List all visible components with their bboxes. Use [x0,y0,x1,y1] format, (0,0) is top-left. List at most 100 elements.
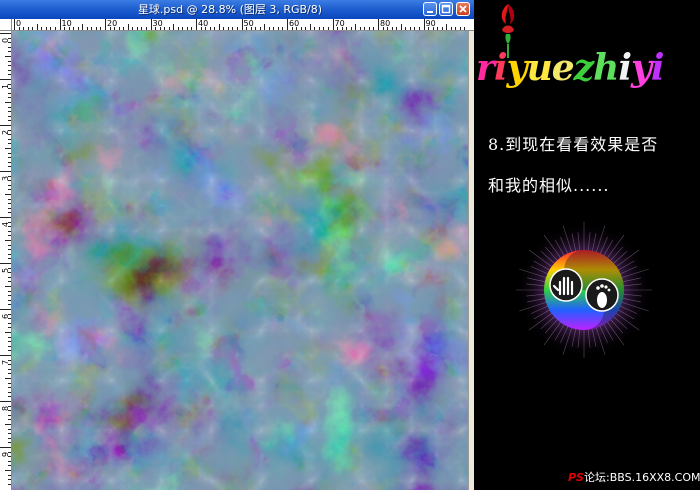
forum-footer[interactable]: PS论坛:BBS.16XX8.COM [568,470,700,486]
ruler-tick [5,424,11,425]
ruler-tick [423,19,425,30]
ruler-tick [0,125,11,126]
horizontal-ruler[interactable]: 0 10 20 30 40 50 60 70 80 90 [12,19,474,31]
ruler-tick [14,19,15,30]
ruler-tick [450,27,452,30]
ruler-tick [177,27,179,30]
ruler-tick [300,27,302,30]
ruler-tick [346,27,348,30]
site-brand-logo: riyuezhiyi [476,38,665,98]
document-canvas[interactable] [12,31,468,490]
ruler-tick [359,27,361,30]
ruler-tick [8,69,11,71]
ruler-tick [0,79,11,80]
ruler-tick [282,27,284,30]
ruler-tick [8,212,11,214]
ruler-tick [8,207,11,209]
ruler-tick [0,447,11,448]
brand-letter: u [526,47,553,89]
minimize-button[interactable] [423,2,437,16]
ruler-tick [8,483,11,485]
brand-letter: y [506,47,528,89]
ruler-label: 3 [1,175,10,181]
ruler-tick [36,24,38,30]
ruler-tick [145,27,147,30]
ruler-tick [105,19,106,30]
ruler-tick [164,27,166,30]
ruler-tick [141,27,143,30]
ruler-tick [459,27,461,30]
ruler-label: 20 [107,19,118,28]
ruler-tick [8,189,11,191]
vertical-ruler[interactable]: 0 1 2 3 4 5 6 7 8 9 [0,31,12,490]
ruler-tick [273,27,275,30]
ruler-origin[interactable] [0,19,12,31]
ruler-tick [86,27,88,30]
ruler-tick [0,355,11,356]
ruler-tick [378,19,379,30]
ruler-tick [223,27,225,30]
ruler-tick [414,27,416,30]
ruler-tick [8,433,11,435]
ruler-tick [8,276,11,278]
ruler-tick [8,327,11,329]
ruler-tick [23,27,25,30]
ruler-tick [8,74,11,76]
ruler-label: 90 [425,19,436,28]
ruler-tick [255,27,257,30]
ruler-tick [8,419,11,421]
ruler-tick [8,341,11,343]
ruler-tick [91,27,93,30]
ruler-tick [241,19,243,30]
ruler-tick [73,27,75,30]
ruler-tick [8,350,11,352]
ruler-tick [8,465,11,467]
ruler-tick [8,244,11,246]
ruler-label: 70 [334,19,345,28]
ruler-tick [391,27,393,30]
brand-letter: e [551,47,575,89]
ruler-tick [259,27,261,30]
ruler-tick [59,19,61,30]
ruler-label: 4 [1,221,10,227]
ruler-tick [8,387,11,389]
ruler-tick [41,27,43,30]
window-titlebar[interactable]: 星球.psd @ 28.8% (图层 3, RGB/8) [0,0,474,20]
maximize-button[interactable] [439,2,453,16]
ruler-tick [8,157,11,159]
ruler-tick [8,299,11,301]
close-icon [459,5,467,13]
ruler-tick [8,65,11,67]
ruler-tick [8,479,11,481]
maximize-icon [441,4,451,14]
ruler-tick [400,24,402,30]
ruler-tick [0,171,11,172]
ruler-tick [8,51,11,53]
ruler-tick [446,24,448,30]
ruler-tick [455,27,457,30]
ruler-tick [264,24,266,30]
ruler-tick [8,437,11,439]
ruler-tick [227,27,229,30]
tutorial-panel: riyuezhiyi 8.到现在看看效果是否 和我的相似...... PS论坛:… [474,0,700,490]
ruler-tick [127,24,129,30]
ruler-tick [232,27,234,30]
ruler-tick [5,102,11,103]
ruler-tick [100,27,102,30]
ruler-label: 1 [1,83,10,89]
ruler-tick [209,27,211,30]
brand-letter: r [476,47,495,89]
ruler-tick [196,19,197,30]
ruler-tick [214,27,216,30]
close-button[interactable] [456,2,470,16]
brand-letter: h [593,47,619,89]
ruler-tick [95,27,97,30]
ruler-tick [8,203,11,205]
ruler-tick [8,161,11,163]
ruler-tick [277,27,279,30]
ruler-tick [355,24,357,30]
brand-letter: i [618,47,632,89]
ruler-tick [441,27,443,30]
ruler-tick [182,27,184,30]
ruler-tick [8,166,11,168]
